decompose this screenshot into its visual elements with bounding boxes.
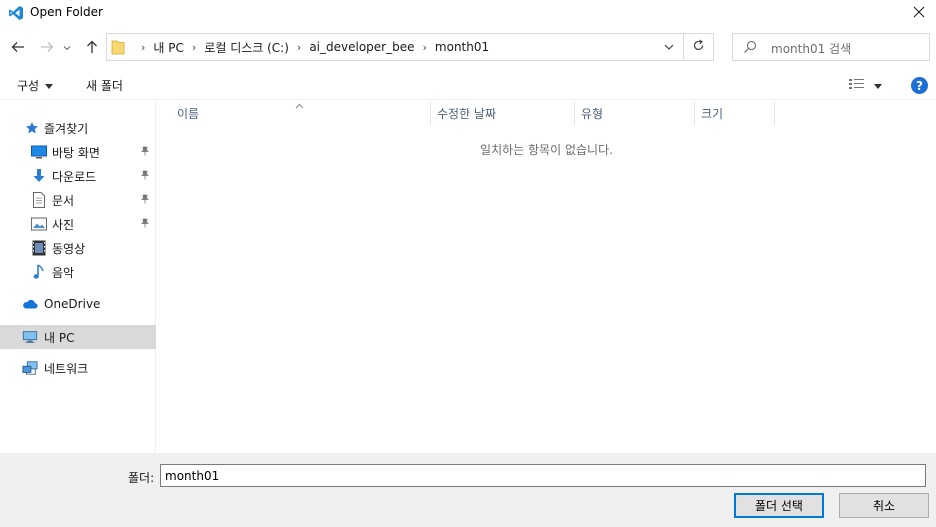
breadcrumb-local-disk[interactable]: 로컬 디스크 (C:) [204,39,289,56]
search-input[interactable]: month01 검색 [732,33,930,61]
sidebar-item-label: 문서 [52,193,75,208]
address-bar[interactable]: › 내 PC › 로컬 디스크 (C:) › ai_developer_bee … [106,33,684,61]
file-list: 이름 수정한 날짜 유형 크기 일치하는 항목이 없습니다. [157,101,936,453]
forward-button[interactable] [37,38,57,58]
navigation-bar: › 내 PC › 로컬 디스크 (C:) › ai_developer_bee … [0,30,936,64]
close-icon [913,6,925,21]
pin-icon [140,193,150,207]
sidebar-item-label: 다운로드 [52,169,97,184]
caret-down-icon [874,79,882,93]
pictures-icon [31,216,47,232]
sidebar-item-label: OneDrive [44,297,101,311]
sidebar-item-documents[interactable]: 문서 [0,188,156,212]
chevron-right-icon: › [296,40,302,54]
chevron-right-icon: › [141,40,146,54]
new-folder-button[interactable]: 새 폴더 [86,77,123,94]
close-button[interactable] [902,0,936,26]
pin-icon [140,169,150,183]
column-header-label: 이름 [177,107,200,121]
pin-icon [140,217,150,231]
change-view-button[interactable] [848,77,882,94]
cancel-button[interactable]: 취소 [839,493,929,518]
breadcrumb-this-pc[interactable]: 내 PC [153,39,183,56]
breadcrumb: › 내 PC › 로컬 디스크 (C:) › ai_developer_bee … [133,34,489,60]
breadcrumb-ai-developer-bee[interactable]: ai_developer_bee [309,40,414,54]
network-icon [22,360,38,376]
refresh-icon [692,39,705,55]
help-icon: ? [916,78,923,93]
help-button[interactable]: ? [911,77,928,94]
select-folder-button[interactable]: 폴더 선택 [734,493,824,518]
organize-button[interactable]: 구성 [17,77,54,94]
computer-icon [22,329,38,345]
arrow-right-icon [40,40,54,57]
dialog-footer: 폴더: 폴더 선택 취소 [0,453,936,527]
search-placeholder: month01 검색 [771,42,852,56]
sidebar-item-label: 즐겨찾기 [44,121,89,136]
document-icon [31,192,47,208]
sidebar-item-network[interactable]: 네트워크 [0,356,156,380]
sidebar-item-quick-access[interactable]: 즐겨찾기 [0,116,156,140]
navigation-pane: 즐겨찾기 바탕 화면 다운로드 문서 사진 동영상 음악 OneDrive 내 … [0,101,156,453]
vscode-icon [8,5,24,21]
window-title: Open Folder [30,5,103,19]
breadcrumb-month01[interactable]: month01 [435,40,489,54]
folder-name-input[interactable] [160,464,926,487]
music-icon [31,264,47,280]
sidebar-item-label: 음악 [52,265,75,280]
sidebar-item-label: 네트워크 [44,361,89,376]
arrow-up-icon [85,40,99,57]
column-header-label: 크기 [701,107,724,121]
column-header-label: 수정한 날짜 [437,107,497,121]
sidebar-item-label: 사진 [52,217,75,232]
address-dropdown-button[interactable] [663,41,675,56]
cloud-icon [22,296,38,312]
recent-locations-button[interactable] [61,38,73,58]
column-header-label: 유형 [581,107,604,121]
pin-icon [140,145,150,159]
chevron-down-icon [63,41,71,55]
sidebar-item-desktop[interactable]: 바탕 화면 [0,140,156,164]
folder-icon [111,39,125,58]
sidebar-item-this-pc[interactable]: 내 PC [0,325,156,349]
column-header-date-modified[interactable]: 수정한 날짜 [431,101,575,126]
star-icon [24,120,40,136]
chevron-right-icon: › [422,40,427,54]
column-header-type[interactable]: 유형 [575,101,695,126]
sidebar-item-label: 동영상 [52,241,86,256]
column-header-size[interactable]: 크기 [695,101,775,126]
desktop-icon [31,144,47,160]
caret-down-icon [45,79,54,93]
sidebar-item-label: 내 PC [44,330,75,345]
sort-ascending-icon [295,98,304,112]
sidebar-item-videos[interactable]: 동영상 [0,236,156,260]
video-icon [31,240,47,256]
folder-field-label: 폴더: [128,471,155,485]
refresh-button[interactable] [684,33,714,61]
arrow-left-icon [11,40,25,57]
title-bar: Open Folder [0,0,936,26]
sidebar-item-pictures[interactable]: 사진 [0,212,156,236]
chevron-right-icon: › [191,40,197,54]
column-header-name[interactable]: 이름 [157,101,431,126]
command-bar: 구성 새 폴더 [0,70,936,100]
up-button[interactable] [82,38,102,58]
back-button[interactable] [8,38,28,58]
organize-label: 구성 [17,79,40,93]
sidebar-item-downloads[interactable]: 다운로드 [0,164,156,188]
empty-message: 일치하는 항목이 없습니다. [480,143,613,157]
sidebar-item-music[interactable]: 음악 [0,260,156,284]
download-icon [31,168,47,184]
sidebar-item-label: 바탕 화면 [52,145,100,160]
sidebar-item-onedrive[interactable]: OneDrive [0,292,156,316]
view-list-icon [848,77,866,94]
search-icon [743,40,757,57]
